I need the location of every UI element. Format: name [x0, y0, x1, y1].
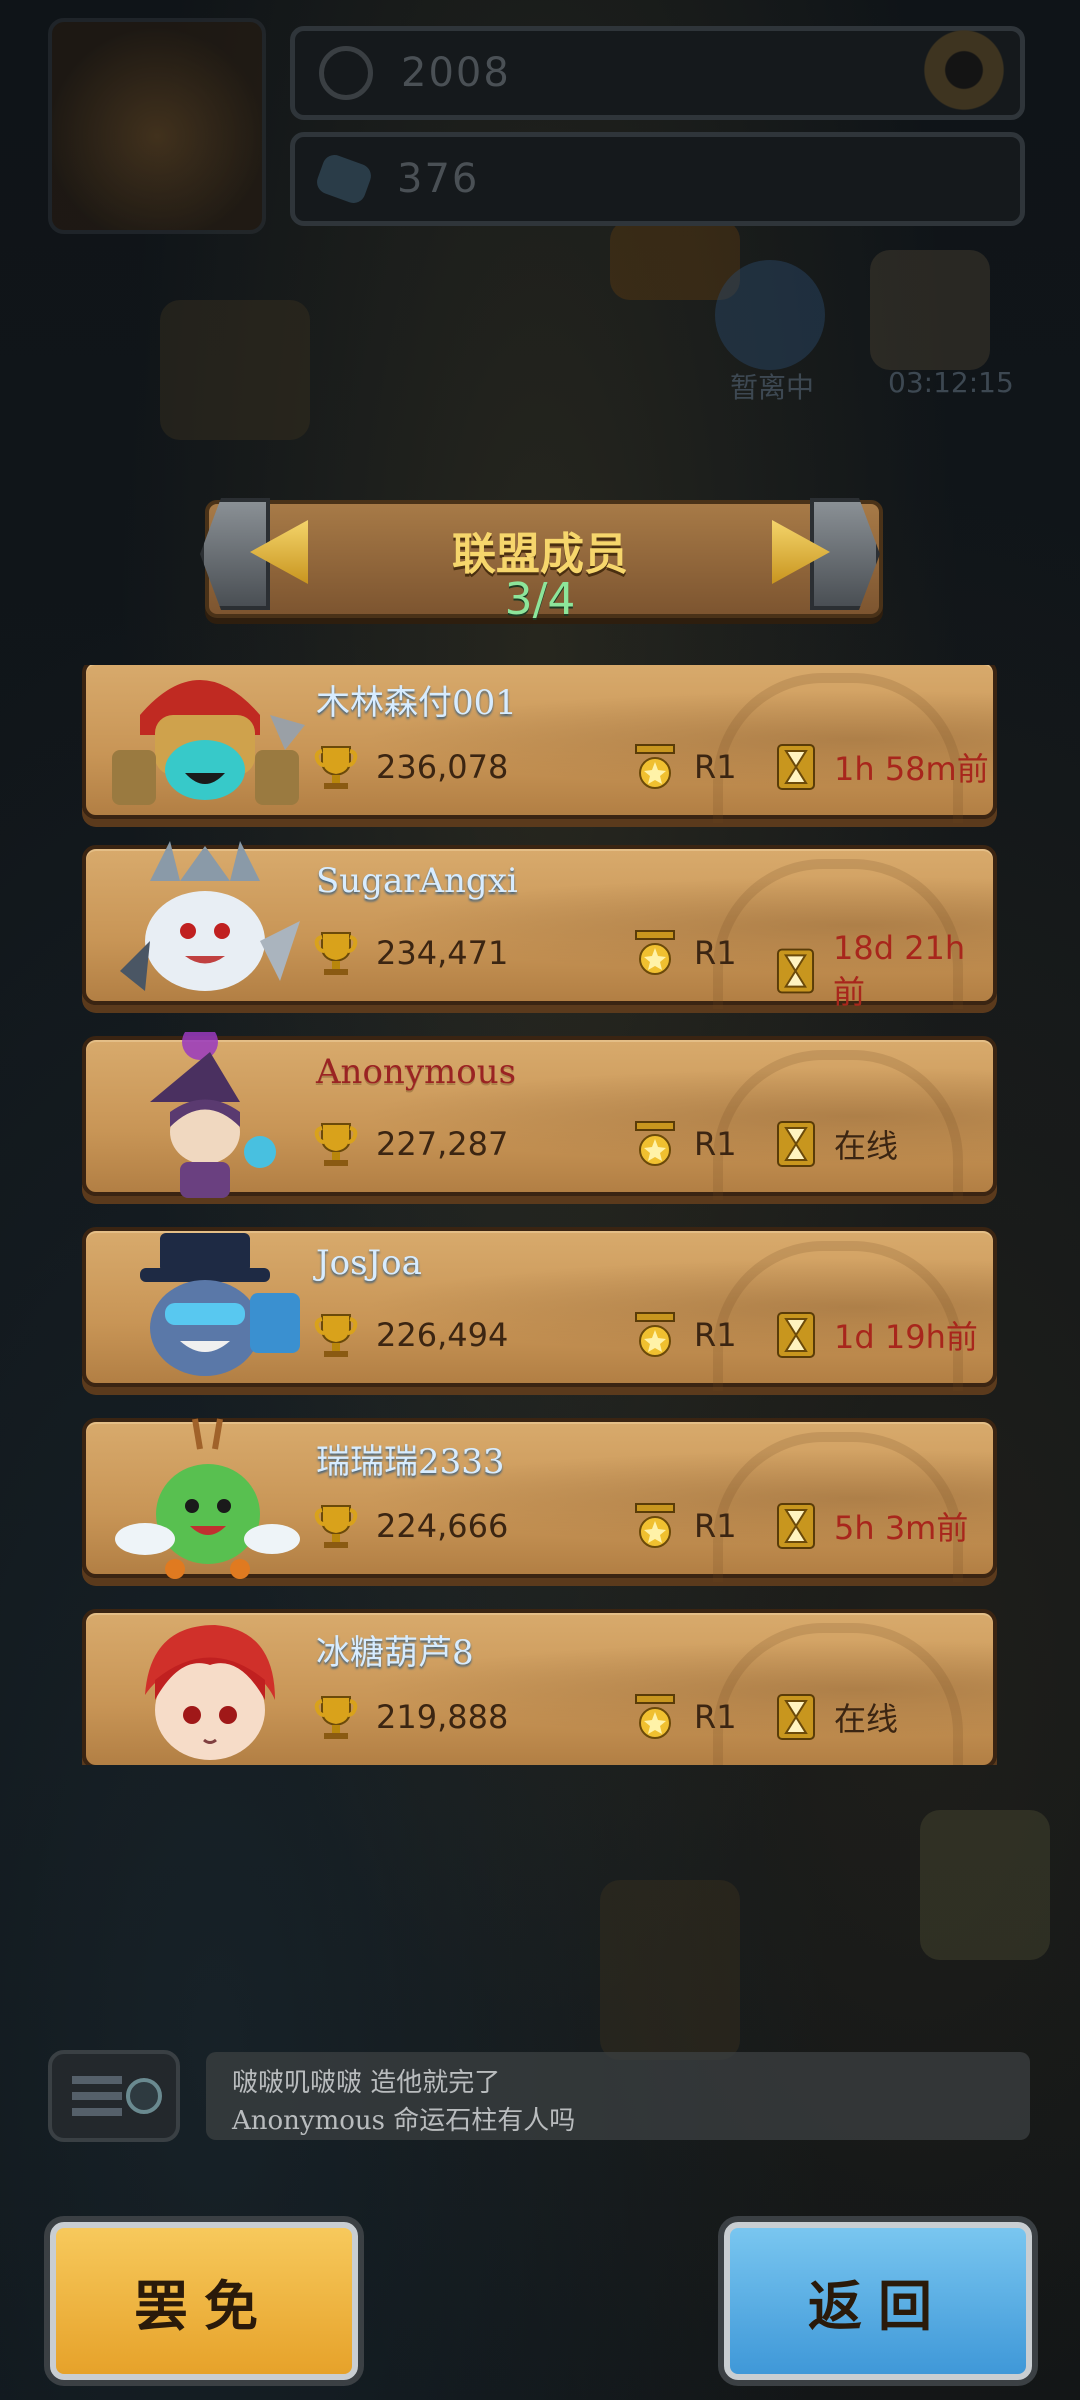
member-name: SugarAngxi — [316, 861, 518, 901]
trophy-icon — [314, 1505, 358, 1548]
trophy-value: 226,494 — [376, 1316, 509, 1354]
member-count: 3/4 — [504, 574, 576, 625]
last-seen-value: 18d 21h前 — [832, 929, 966, 1011]
trophy-icon — [314, 932, 358, 975]
hourglass-icon — [776, 948, 815, 994]
rank-value: R1 — [694, 934, 737, 972]
hourglass-icon — [777, 744, 815, 790]
member-name: Anonymous — [316, 1052, 517, 1092]
hourglass-icon — [777, 1121, 815, 1167]
rank-icon — [635, 1503, 675, 1548]
member-card[interactable]: SugarAngxi 234,471 R1 18d 21h前 — [82, 841, 997, 1011]
rank-icon — [635, 744, 675, 789]
rank-value: R1 — [694, 748, 737, 786]
map-building — [600, 1880, 740, 2060]
member-name: 冰糖葫芦8 — [316, 1633, 474, 1673]
player-avatar[interactable] — [48, 18, 266, 234]
timer-label: 03:12:15 — [888, 366, 1014, 399]
member-card[interactable]: 木林森付001 236,078 R1 1h 58m前 — [82, 665, 997, 823]
member-card[interactable]: 冰糖葫芦8 219,888 R1 在线 — [82, 1609, 997, 1765]
gear-icon[interactable] — [918, 24, 1010, 116]
member-trophies: 236,078 — [314, 743, 508, 791]
last-seen-value: 1h 58m前 — [834, 750, 989, 788]
chat-line-2: Anonymous 命运石柱有人吗 — [232, 2106, 576, 2136]
map-building — [920, 1810, 1050, 1960]
last-seen-value: 在线 — [834, 1127, 899, 1165]
hourglass-icon — [777, 1312, 815, 1358]
member-trophies: 219,888 — [314, 1693, 508, 1741]
trophy-count: 2008 — [401, 50, 511, 96]
kick-button[interactable]: 罢免 — [50, 2222, 358, 2380]
member-name: JosJoa — [316, 1243, 422, 1283]
trophy-bar: 2008 — [290, 26, 1025, 120]
trophy-ring-icon — [319, 46, 373, 100]
member-rank: R1 — [634, 1693, 737, 1741]
rank-value: R1 — [694, 1507, 737, 1545]
trophy-value: 219,888 — [376, 1698, 509, 1736]
member-card[interactable]: 瑞瑞瑞2333 224,666 R1 5h 3m前 — [82, 1418, 997, 1582]
member-rank: R1 — [634, 929, 737, 977]
trophy-icon — [314, 746, 358, 789]
back-button[interactable]: 返回 — [724, 2222, 1032, 2380]
member-avatar — [150, 1032, 276, 1198]
member-avatar — [120, 841, 300, 991]
rank-icon — [635, 1121, 675, 1166]
member-last-seen: 在线 — [776, 1120, 898, 1168]
last-seen-value: 1d 19h前 — [834, 1318, 978, 1356]
member-trophies: 226,494 — [314, 1311, 508, 1359]
member-rank: R1 — [634, 1311, 737, 1359]
member-trophies: 224,666 — [314, 1502, 508, 1550]
member-rank: R1 — [634, 1502, 737, 1550]
hourglass-icon — [777, 1503, 815, 1549]
chat-icon — [72, 2076, 162, 2116]
member-card[interactable]: JosJoa 226,494 R1 1d 19h前 — [82, 1227, 997, 1391]
map-building — [160, 300, 310, 440]
hourglass-icon — [777, 1694, 815, 1740]
gem-bar: 376 — [290, 132, 1025, 226]
trophy-value: 234,471 — [376, 934, 509, 972]
member-avatar — [115, 1418, 300, 1579]
member-avatar — [145, 1625, 275, 1760]
member-trophies: 227,287 — [314, 1120, 508, 1168]
chat-line-1: 啵啵叽啵啵 造他就完了 — [232, 2068, 501, 2098]
rank-value: R1 — [694, 1698, 737, 1736]
member-name: 木林森付001 — [316, 683, 517, 723]
trophy-icon — [314, 1696, 358, 1739]
map-building — [870, 250, 990, 370]
member-list[interactable]: 木林森付001 236,078 R1 1h 58m前 SugarAngxi 23… — [80, 665, 1000, 1765]
status-away-label: 暂离中 — [730, 371, 815, 404]
member-last-seen: 5h 3m前 — [776, 1502, 968, 1550]
rank-value: R1 — [694, 1316, 737, 1354]
member-avatar — [112, 680, 305, 805]
last-seen-value: 5h 3m前 — [834, 1509, 969, 1547]
rank-icon — [635, 1312, 675, 1357]
trophy-icon — [314, 1123, 358, 1166]
trophy-value: 227,287 — [376, 1125, 509, 1163]
member-card[interactable]: Anonymous 227,287 R1 在线 — [82, 1032, 997, 1200]
trophy-value: 224,666 — [376, 1507, 509, 1545]
rank-icon — [635, 930, 675, 975]
member-rank: R1 — [634, 1120, 737, 1168]
gem-count: 376 — [397, 156, 480, 202]
map-building — [610, 220, 740, 300]
member-rank: R1 — [634, 743, 737, 791]
last-seen-value: 在线 — [834, 1700, 899, 1738]
member-last-seen: 1d 19h前 — [776, 1311, 978, 1359]
rank-icon — [635, 1694, 675, 1739]
chat-button[interactable] — [48, 2050, 180, 2142]
rank-value: R1 — [694, 1125, 737, 1163]
member-last-seen: 在线 — [776, 1693, 898, 1741]
member-last-seen: 1h 58m前 — [776, 743, 989, 791]
gem-icon — [313, 151, 375, 207]
member-avatar — [140, 1233, 300, 1376]
trophy-value: 236,078 — [376, 748, 509, 786]
member-trophies: 234,471 — [314, 929, 508, 977]
member-name: 瑞瑞瑞2333 — [316, 1442, 505, 1482]
member-last-seen: 18d 21h前 — [776, 929, 993, 1013]
panel-title: 联盟成员 — [452, 529, 628, 580]
trophy-icon — [314, 1314, 358, 1357]
portal-icon — [715, 260, 825, 370]
